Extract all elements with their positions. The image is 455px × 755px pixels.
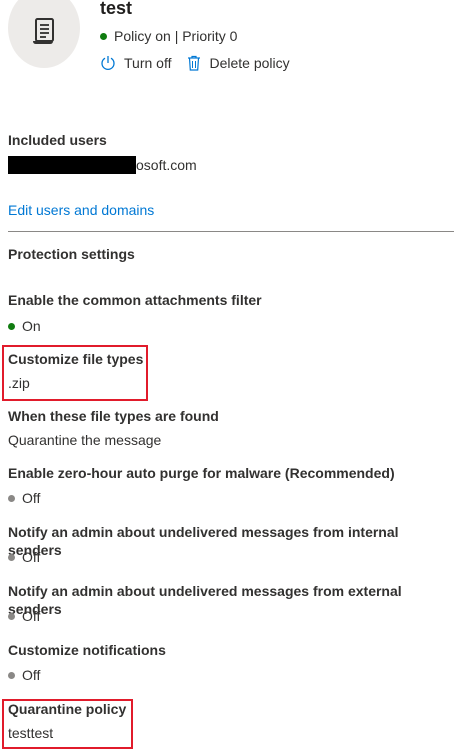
redaction-bar [8, 156, 136, 174]
policy-status-text: Policy on | Priority 0 [114, 28, 238, 44]
turn-off-button[interactable]: Turn off [100, 54, 171, 72]
edit-users-and-domains-link[interactable]: Edit users and domains [8, 201, 154, 219]
included-user-domain: osoft.com [136, 157, 197, 173]
setting-value-notify-internal-senders: Off [8, 548, 40, 566]
avatar [8, 0, 80, 68]
setting-value-text: Off [22, 549, 41, 565]
policy-status: Policy on | Priority 0 [100, 27, 237, 45]
setting-label-notify-external-senders: Notify an admin about undelivered messag… [8, 583, 402, 617]
status-on-dot [8, 322, 15, 330]
setting-value-customize-notifications: Off [8, 666, 40, 684]
setting-label-common-attachments-filter: Enable the common attachments filter [8, 292, 262, 308]
status-off-dot [8, 553, 15, 561]
setting-value-text: Off [22, 667, 41, 683]
included-users-label: Included users [8, 132, 107, 148]
turn-off-label: Turn off [124, 55, 172, 71]
setting-value-zero-hour-auto-purge: Off [8, 489, 40, 507]
setting-value-text: Off [22, 608, 41, 624]
setting-label-notify-internal-senders: Notify an admin about undelivered messag… [8, 524, 399, 558]
setting-value-notify-external-senders: Off [8, 607, 40, 625]
protection-settings-heading: Protection settings [8, 246, 135, 262]
setting-value-text: On [22, 318, 41, 334]
power-icon [100, 55, 116, 71]
status-off-dot [8, 494, 15, 502]
setting-label-when-file-types-found: When these file types are found [8, 408, 219, 424]
delete-policy-button[interactable]: Delete policy [187, 54, 290, 72]
setting-label-customize-notifications: Customize notifications [8, 642, 166, 658]
setting-value-when-file-types-found: Quarantine the message [8, 432, 162, 448]
setting-label-quarantine-policy: Quarantine policy [8, 701, 127, 717]
setting-value-common-attachments-filter: On [8, 317, 41, 335]
delete-policy-label: Delete policy [209, 55, 290, 71]
setting-label-customize-file-types: Customize file types [8, 351, 144, 367]
setting-value-quarantine-policy: testtest [8, 725, 54, 741]
scroll-icon [29, 6, 59, 51]
status-on-dot [100, 32, 107, 40]
setting-value-customize-file-types: .zip [8, 375, 30, 391]
status-off-dot [8, 671, 15, 679]
included-user-value: osoft.com [8, 156, 197, 174]
setting-value-text: Off [22, 490, 41, 506]
status-off-dot [8, 612, 15, 620]
setting-label-zero-hour-auto-purge: Enable zero-hour auto purge for malware … [8, 465, 395, 481]
divider [8, 231, 454, 232]
trash-icon [187, 55, 201, 71]
header-actions: Turn off Delete policy [100, 54, 306, 72]
page-title: test [100, 0, 133, 18]
